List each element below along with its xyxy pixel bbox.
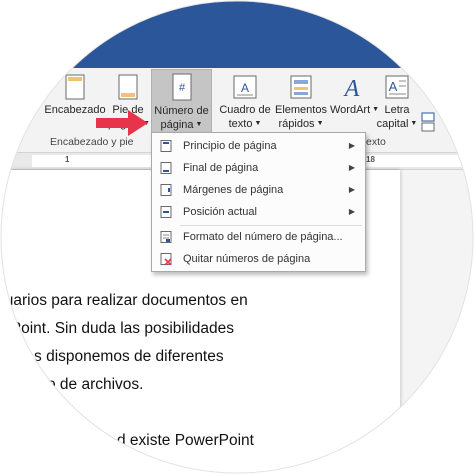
dropcap-button[interactable]: A Letra capital ▼ — [376, 74, 418, 134]
wordart-label: WordArt — [330, 104, 371, 116]
quick-parts-button[interactable]: Elementos rápidos ▼ — [274, 74, 328, 134]
quick-parts-label-2: rápidos — [278, 118, 315, 130]
svg-text:A: A — [241, 81, 249, 95]
header-icon — [65, 74, 85, 100]
page-number-icon: # — [172, 73, 191, 101]
object-icon[interactable] — [421, 112, 435, 132]
page-margins-icon — [160, 184, 172, 196]
menu-item-remove-page-numbers[interactable]: Quitar números de página — [152, 248, 365, 270]
ruler-mark: 18 — [366, 155, 375, 164]
wordart-button[interactable]: A WordArt ▼ — [330, 74, 379, 134]
svg-text:A: A — [343, 76, 360, 100]
quick-parts-label-1: Elementos — [275, 104, 327, 116]
document-line: este tipo de archivos. — [0, 376, 144, 393]
menu-item-bottom-of-page[interactable]: Final de página ▶ — [152, 157, 365, 179]
ruler-mark: 1 — [65, 155, 70, 164]
group-label-text: exto — [366, 136, 386, 148]
chevron-down-icon: ▼ — [254, 120, 262, 128]
menu-item-page-margins[interactable]: Márgenes de página ▶ — [152, 179, 365, 201]
quick-parts-icon — [290, 75, 312, 99]
page-number-label-1: Número de — [154, 105, 209, 117]
textbox-icon: A — [233, 75, 257, 99]
chevron-right-icon: ▶ — [348, 207, 355, 216]
chevron-down-icon: ▼ — [410, 120, 418, 128]
chevron-down-icon: ▼ — [195, 121, 203, 129]
title-bar — [0, 0, 474, 68]
textbox-label-2: texto — [228, 118, 253, 130]
chevron-right-icon: ▶ — [348, 185, 355, 194]
menu-item-current-position[interactable]: Posición actual ▶ — [152, 201, 365, 223]
current-position-icon — [160, 206, 172, 218]
footer-icon — [118, 74, 138, 100]
textbox-label-1: Cuadro de — [219, 104, 271, 116]
dropcap-label-2: capital — [376, 118, 409, 130]
word-window: Encabezado Pie de página▼ # Número de pá… — [0, 0, 474, 474]
chevron-right-icon: ▶ — [348, 141, 355, 150]
page-number-button[interactable]: # Número de página ▼ — [151, 69, 212, 134]
dropcap-icon: A — [385, 75, 409, 99]
document-line: e ellas disponemos de diferentes — [0, 348, 224, 365]
format-number-icon — [160, 231, 172, 243]
pointer-arrow-icon — [96, 110, 148, 136]
document-line: d existe PowerPoint — [117, 432, 254, 449]
page-bottom-icon — [160, 162, 172, 174]
menu-item-format-page-numbers[interactable]: Formato del número de página... — [152, 226, 365, 248]
svg-text:A: A — [389, 79, 398, 94]
page-number-label-2: página — [160, 119, 194, 131]
dropcap-label-1: Letra — [384, 104, 410, 116]
document-line: erPoint. Sin duda las posibilidades — [0, 320, 234, 337]
document-line: suarios para realizar documentos en — [0, 292, 248, 309]
group-label-header-footer: Encabezado y pie — [50, 136, 134, 148]
page-top-icon — [160, 140, 172, 152]
chevron-right-icon: ▶ — [348, 163, 355, 172]
page-number-menu: Principio de página ▶ Final de página ▶ … — [151, 132, 366, 272]
textbox-button[interactable]: A Cuadro de texto ▼ — [218, 74, 272, 134]
menu-item-top-of-page[interactable]: Principio de página ▶ — [152, 135, 365, 157]
wordart-icon: A — [343, 76, 360, 100]
chevron-down-icon: ▼ — [316, 120, 324, 128]
remove-numbers-icon — [160, 253, 172, 265]
svg-text:#: # — [178, 82, 185, 94]
